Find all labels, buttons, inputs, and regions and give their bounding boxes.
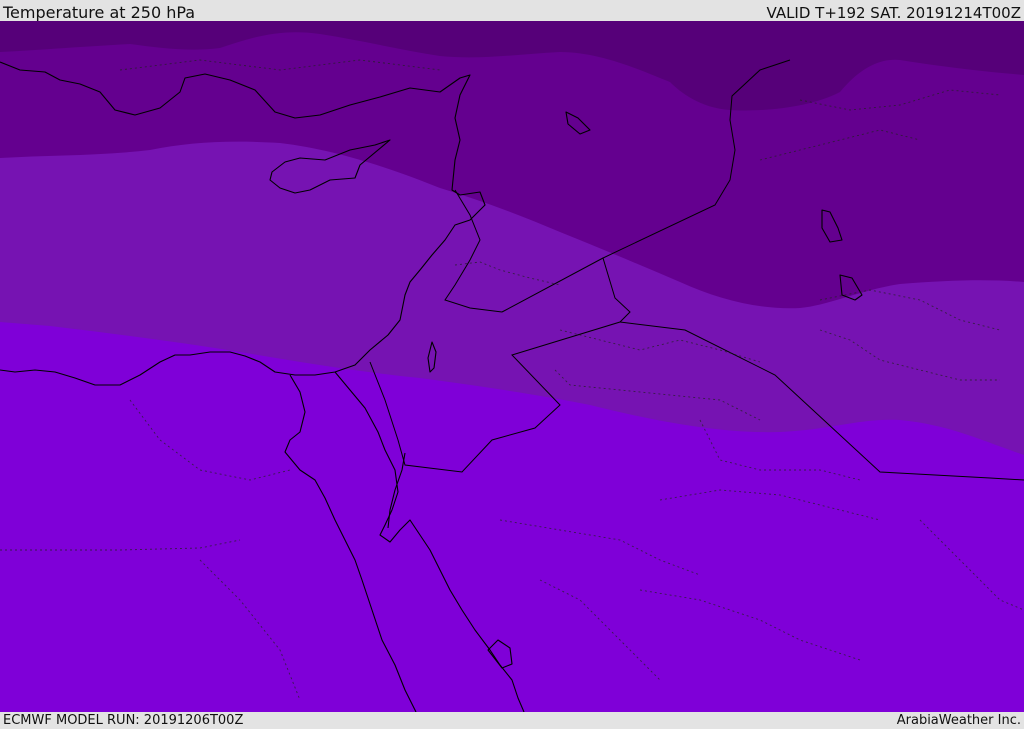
map-title: Temperature at 250 hPa xyxy=(3,3,196,22)
model-run: ECMWF MODEL RUN: 20191206T00Z xyxy=(3,713,244,728)
credit: ArabiaWeather Inc. xyxy=(896,713,1021,728)
map-header: Temperature at 250 hPa VALID T+192 SAT. … xyxy=(0,0,1024,22)
map-footer: ECMWF MODEL RUN: 20191206T00Z ArabiaWeat… xyxy=(0,712,1024,729)
valid-time: VALID T+192 SAT. 20191214T00Z xyxy=(766,4,1021,22)
temperature-map xyxy=(0,21,1024,712)
